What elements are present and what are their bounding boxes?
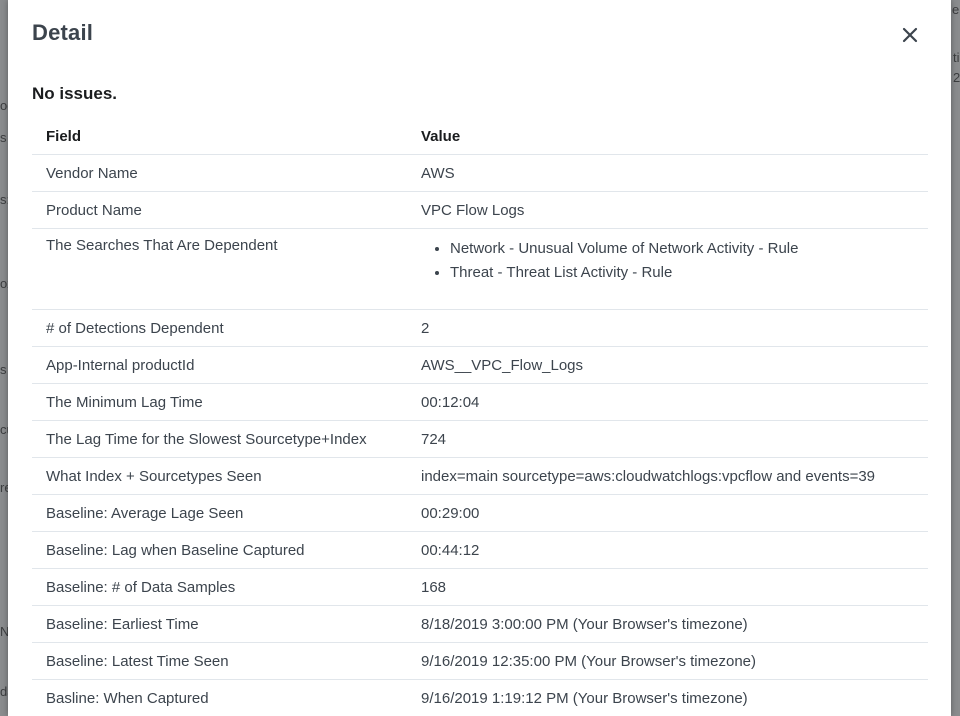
value-cell: index=main sourcetype=aws:cloudwatchlogs… — [407, 457, 928, 495]
field-cell: The Lag Time for the Slowest Sourcetype+… — [32, 420, 407, 458]
field-cell: Baseline: # of Data Samples — [32, 568, 407, 606]
value-cell: Network - Unusual Volume of Network Acti… — [407, 228, 928, 310]
column-header-value: Value — [407, 118, 928, 155]
field-cell: Baseline: Average Lage Seen — [32, 494, 407, 532]
table-row: The Searches That Are Dependent Network … — [32, 228, 928, 310]
modal-title: Detail — [32, 20, 94, 45]
table-header-row: Field Value — [32, 118, 928, 155]
table-row: Vendor Name AWS — [32, 154, 928, 192]
close-icon — [902, 27, 918, 43]
field-cell: Baseline: Latest Time Seen — [32, 642, 407, 680]
table-row: Baseline: Lag when Baseline Captured 00:… — [32, 531, 928, 569]
value-cell: 8/18/2019 3:00:00 PM (Your Browser's tim… — [407, 605, 928, 643]
status-message: No issues. — [32, 84, 118, 103]
detail-modal: Detail No issues. Field Value Vendor Nam… — [8, 0, 951, 716]
table-row: The Minimum Lag Time 00:12:04 — [32, 383, 928, 421]
value-cell: VPC Flow Logs — [407, 191, 928, 229]
backdrop-fragment: s — [0, 362, 7, 377]
backdrop-fragment: s — [0, 130, 7, 145]
backdrop-fragment: 2 — [953, 70, 960, 85]
value-cell: 00:29:00 — [407, 494, 928, 532]
field-cell: Baseline: Lag when Baseline Captured — [32, 531, 407, 569]
field-cell: App-Internal productId — [32, 346, 407, 384]
field-cell: What Index + Sourcetypes Seen — [32, 457, 407, 495]
value-cell: 00:12:04 — [407, 383, 928, 421]
value-cell: AWS — [407, 154, 928, 192]
detail-table: Field Value Vendor Name AWS Product Name… — [32, 118, 928, 716]
dependent-searches-list: Network - Unusual Volume of Network Acti… — [421, 237, 914, 285]
field-cell: Vendor Name — [32, 154, 407, 192]
field-cell: Baseline: Earliest Time — [32, 605, 407, 643]
close-button[interactable] — [899, 24, 921, 46]
value-cell: 9/16/2019 12:35:00 PM (Your Browser's ti… — [407, 642, 928, 680]
value-cell: 2 — [407, 309, 928, 347]
backdrop-fragment: ti — [953, 50, 960, 65]
table-row: App-Internal productId AWS__VPC_Flow_Log… — [32, 346, 928, 384]
list-item: Network - Unusual Volume of Network Acti… — [450, 237, 914, 261]
value-cell: 9/16/2019 1:19:12 PM (Your Browser's tim… — [407, 679, 928, 716]
list-item: Threat - Threat List Activity - Rule — [450, 261, 914, 285]
table-row: Baseline: Earliest Time 8/18/2019 3:00:0… — [32, 605, 928, 643]
backdrop-fragment: e — [952, 2, 960, 17]
table-row: What Index + Sourcetypes Seen index=main… — [32, 457, 928, 495]
value-cell: 724 — [407, 420, 928, 458]
field-cell: Product Name — [32, 191, 407, 229]
table-row: Product Name VPC Flow Logs — [32, 191, 928, 229]
field-cell: The Searches That Are Dependent — [32, 228, 407, 310]
value-cell: 168 — [407, 568, 928, 606]
table-row: Basline: When Captured 9/16/2019 1:19:12… — [32, 679, 928, 716]
field-cell: The Minimum Lag Time — [32, 383, 407, 421]
table-row: The Lag Time for the Slowest Sourcetype+… — [32, 420, 928, 458]
value-cell: AWS__VPC_Flow_Logs — [407, 346, 928, 384]
field-cell: # of Detections Dependent — [32, 309, 407, 347]
table-row: Baseline: Latest Time Seen 9/16/2019 12:… — [32, 642, 928, 680]
field-cell: Basline: When Captured — [32, 679, 407, 716]
table-row: # of Detections Dependent 2 — [32, 309, 928, 347]
table-row: Baseline: Average Lage Seen 00:29:00 — [32, 494, 928, 532]
column-header-field: Field — [32, 118, 407, 155]
value-cell: 00:44:12 — [407, 531, 928, 569]
table-row: Baseline: # of Data Samples 168 — [32, 568, 928, 606]
